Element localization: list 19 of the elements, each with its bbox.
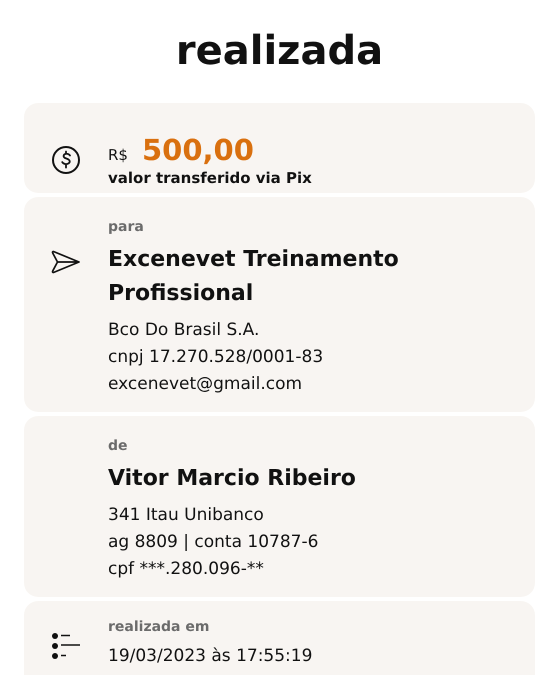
detail-text: cpf ***.280.096-** <box>108 558 265 581</box>
list-icon <box>51 631 81 661</box>
amount-value: 500,00 <box>142 133 254 167</box>
date-time: 19/03/2023 às 17:55:19 <box>108 645 312 668</box>
detail-text: excenevet@gmail.com <box>108 373 304 396</box>
section-label: realizada em <box>108 619 210 635</box>
send-icon <box>51 249 81 275</box>
amount-caption: valor transferido via Pix <box>108 169 312 187</box>
detail-text: ag 8809 | conta 10787-6 <box>108 531 320 554</box>
currency-label: R$ <box>108 146 128 164</box>
party-name: Excenevet Treinamento Profissional <box>108 246 400 308</box>
detail-text: Bco Do Brasil S.A. <box>108 319 260 342</box>
section-label: para <box>108 219 145 235</box>
dollar-icon <box>51 145 81 175</box>
party-name: Vitor Marcio Ribeiro <box>108 465 357 493</box>
detail-text: cnpj 17.270.528/0001-83 <box>108 346 324 369</box>
page-title: realizada <box>174 27 384 76</box>
detail-text: 341 Itau Unibanco <box>108 504 265 527</box>
section-label: de <box>108 438 129 454</box>
